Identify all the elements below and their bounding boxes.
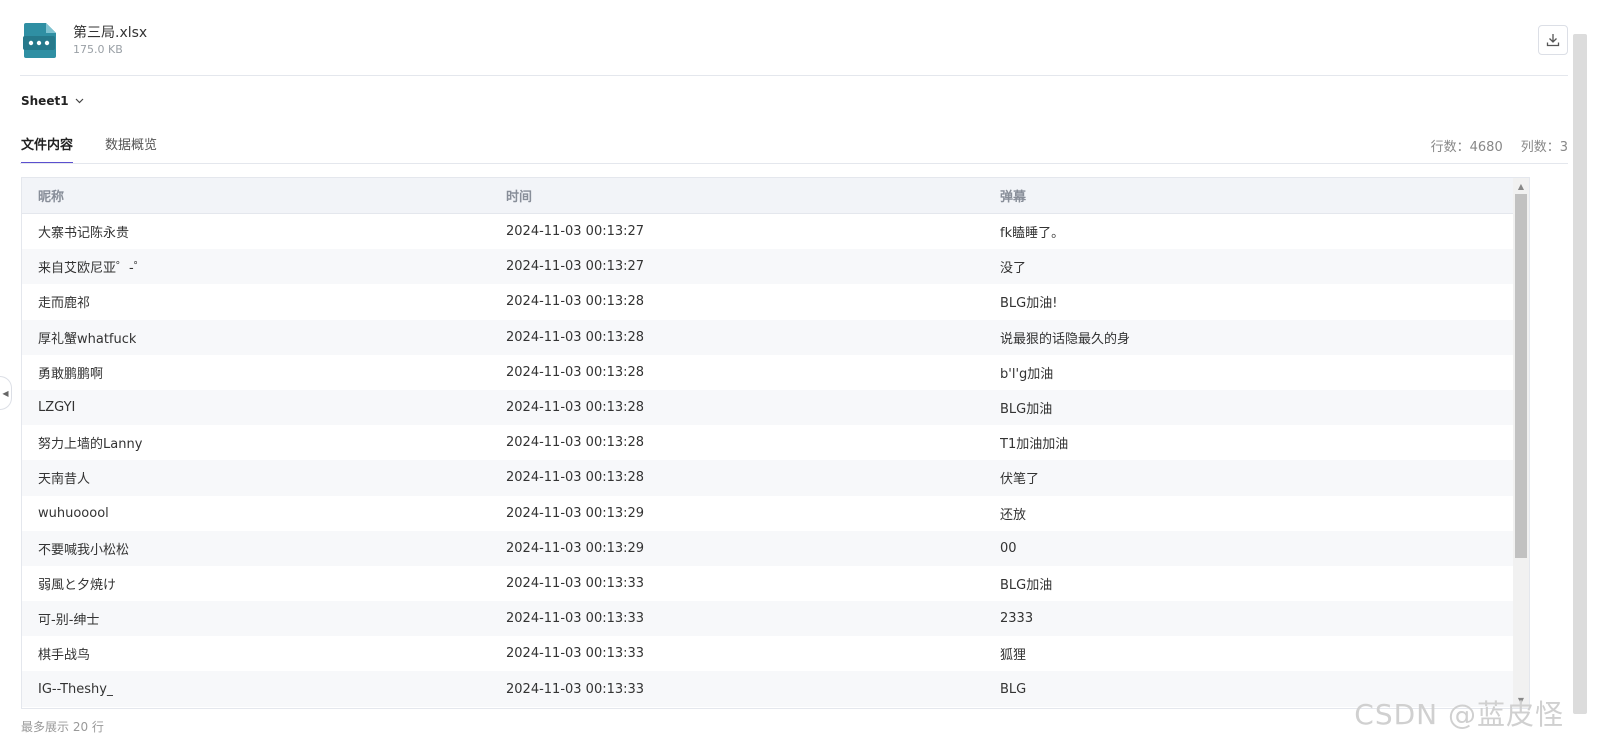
cell-nickname: 不要喊我小松松 [38, 542, 130, 558]
sheet-selector[interactable]: Sheet1 [21, 94, 84, 108]
cell-danmaku: 00 [1000, 540, 1017, 556]
download-button[interactable] [1538, 25, 1568, 55]
cell-time: 2024-11-03 00:13:33 [506, 575, 645, 591]
table-body: 大寨书记陈永贵 2024-11-03 00:13:27 fk瞌睡了。来自艾欧尼亚゜-… [22, 214, 1514, 707]
cell-nickname: 天南昔人 [38, 472, 91, 488]
file-preview-page: 第三局.xlsx 175.0 KB Sheet1 文件内容 数据概览 行数：46… [0, 0, 1602, 755]
table-scrollbar[interactable]: ▲ ▼ [1513, 178, 1529, 708]
cell-time: 2024-11-03 00:13:28 [506, 294, 645, 310]
cell-danmaku: 没了 [1000, 261, 1027, 277]
table-row[interactable]: 来自艾欧尼亚゜-゜ 2024-11-03 00:13:27 没了 [22, 249, 1514, 285]
column-header-danmaku[interactable]: 弹幕 [1000, 186, 1026, 205]
column-header-time[interactable]: 时间 [506, 186, 532, 205]
cell-nickname: LZGYI [38, 400, 76, 416]
cell-time: 2024-11-03 00:13:29 [506, 540, 645, 556]
sidebar-toggle[interactable]: ◀ [0, 376, 12, 410]
table-row[interactable]: 棋手战鸟 2024-11-03 00:13:33 狐狸 [22, 636, 1514, 671]
page-scrollbar[interactable] [1573, 34, 1587, 714]
scroll-up-icon[interactable]: ▲ [1513, 178, 1529, 194]
table-row[interactable]: 走而鹿祁 2024-11-03 00:13:28 BLG加油! [22, 284, 1514, 319]
cell-nickname: 努力上墙的Lanny [38, 437, 143, 453]
content-tabs: 文件内容 数据概览 [21, 134, 157, 164]
scroll-thumb[interactable] [1515, 194, 1527, 558]
chevron-down-icon [75, 98, 83, 104]
cell-nickname: 来自艾欧尼亚゜-゜ [38, 261, 147, 277]
table-row[interactable]: 天南昔人 2024-11-03 00:13:28 伏笔了 [22, 460, 1514, 496]
cell-nickname: 厚礼蟹whatfuck [38, 331, 137, 347]
cell-time: 2024-11-03 00:13:28 [506, 435, 645, 451]
row-count: 行数：4680 [1430, 140, 1503, 155]
cell-danmaku: b'l'g加油 [1000, 366, 1054, 382]
cell-time: 2024-11-03 00:13:28 [506, 329, 645, 345]
cell-danmaku: BLG [1000, 681, 1027, 697]
sheet-selector-label: Sheet1 [21, 94, 69, 108]
cell-nickname: 勇敢鹏鹏啊 [38, 366, 104, 382]
cell-nickname: 棋手战鸟 [38, 648, 91, 664]
cell-time: 2024-11-03 00:13:28 [506, 470, 645, 486]
cell-danmaku: BLG加油 [1000, 577, 1053, 593]
cell-time: 2024-11-03 00:13:28 [506, 364, 645, 380]
table-row[interactable]: wuhuooool 2024-11-03 00:13:29 还放 [22, 496, 1514, 531]
table-row[interactable]: 努力上墙的Lanny 2024-11-03 00:13:28 T1加油加油 [22, 425, 1514, 460]
tab-data-overview[interactable]: 数据概览 [105, 134, 157, 164]
cell-danmaku: 狐狸 [1000, 648, 1027, 664]
cell-time: 2024-11-03 00:13:28 [506, 400, 645, 416]
header-divider [20, 75, 1568, 76]
table-row[interactable]: 不要喊我小松松 2024-11-03 00:13:29 00 [22, 530, 1514, 566]
table-row[interactable]: 厚礼蟹whatfuck 2024-11-03 00:13:28 说最狠的话隐最久的身 [22, 319, 1514, 355]
cell-danmaku: 2333 [1000, 611, 1034, 627]
cell-danmaku: BLG加油! [1000, 296, 1058, 312]
tabs-divider [20, 163, 1568, 164]
collapse-left-icon: ◀ [2, 388, 9, 398]
table-row[interactable]: 勇敢鹏鹏啊 2024-11-03 00:13:28 b'l'g加油 [22, 355, 1514, 390]
cell-danmaku: BLG加油 [1000, 402, 1053, 418]
table-row[interactable]: LZGYI 2024-11-03 00:13:28 BLG加油 [22, 389, 1514, 426]
file-size: 175.0 KB [73, 43, 123, 56]
download-icon [1546, 34, 1560, 47]
cell-nickname: 可-别-绅士 [38, 613, 100, 629]
cell-time: 2024-11-03 00:13:27 [506, 259, 645, 275]
table-row[interactable]: IG--Theshy_ 2024-11-03 00:13:33 BLG [22, 671, 1514, 707]
table-row[interactable]: 可-别-绅士 2024-11-03 00:13:33 2333 [22, 601, 1514, 637]
tab-file-content[interactable]: 文件内容 [21, 134, 74, 164]
table-row[interactable]: 弱風と夕焼け 2024-11-03 00:13:33 BLG加油 [22, 566, 1514, 601]
cell-time: 2024-11-03 00:13:29 [506, 505, 645, 521]
cell-nickname: 走而鹿祁 [38, 296, 91, 312]
cell-time: 2024-11-03 00:13:33 [506, 646, 645, 662]
table-header: 昵称 时间 弹幕 [22, 178, 1514, 214]
cell-nickname: 弱風と夕焼け [38, 577, 117, 593]
cell-time: 2024-11-03 00:13:27 [506, 224, 645, 240]
column-header-nickname[interactable]: 昵称 [38, 186, 64, 205]
spreadsheet-file-icon [23, 23, 56, 58]
cell-danmaku: T1加油加油 [1000, 437, 1069, 453]
row-limit-note: 最多展示 20 行 [21, 720, 104, 734]
cell-danmaku: fk瞌睡了。 [1000, 226, 1065, 242]
cell-nickname: wuhuooool [38, 505, 109, 521]
file-name: 第三局.xlsx [73, 25, 148, 41]
cell-danmaku: 还放 [1000, 507, 1027, 523]
data-table: 昵称 时间 弹幕 大寨书记陈永贵 2024-11-03 00:13:27 fk瞌睡了… [21, 177, 1530, 709]
table-row[interactable]: 大寨书记陈永贵 2024-11-03 00:13:27 fk瞌睡了。 [22, 214, 1514, 249]
sheet-stats: 行数：4680 列数：3 [1431, 136, 1568, 155]
cell-time: 2024-11-03 00:13:33 [506, 611, 645, 627]
cell-time: 2024-11-03 00:13:33 [506, 681, 645, 697]
cell-danmaku: 伏笔了 [1000, 472, 1040, 488]
cell-nickname: IG--Theshy_ [38, 681, 114, 697]
cell-danmaku: 说最狠的话隐最久的身 [1000, 331, 1131, 347]
cell-nickname: 大寨书记陈永贵 [38, 226, 130, 242]
watermark: CSDN @蓝皮怪 [1354, 698, 1564, 731]
column-count: 列数：3 [1520, 140, 1568, 155]
file-header: 第三局.xlsx 175.0 KB [22, 18, 1568, 74]
